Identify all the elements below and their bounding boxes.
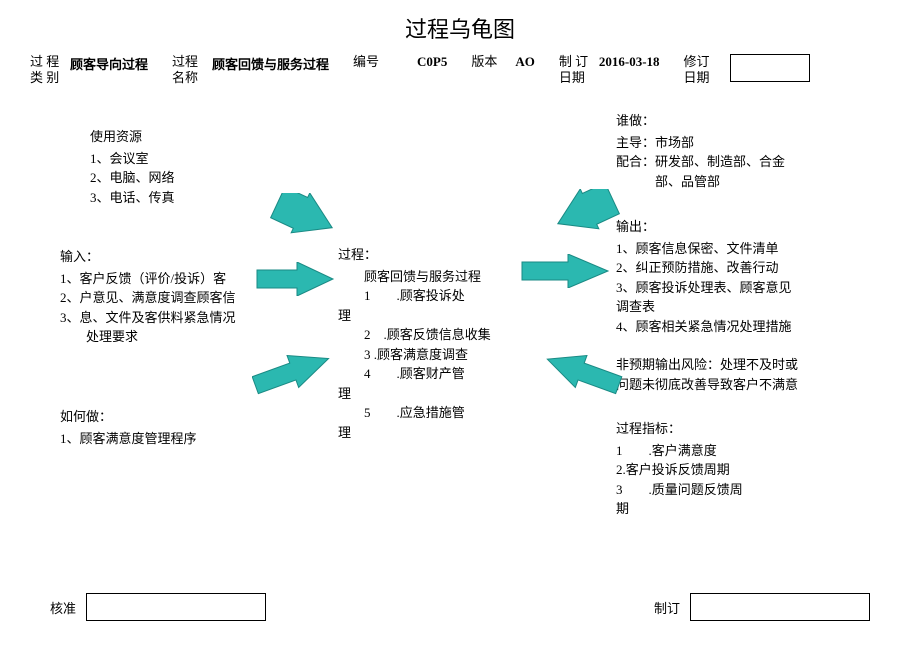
output-item: 2、纠正预防措施、改善行动 (616, 258, 792, 278)
how-heading: 如何做： (60, 407, 197, 427)
input-item: 2、户意见、满意度调查顾客信 (60, 288, 236, 308)
output-heading: 输出： (616, 217, 792, 237)
process-heading: 过程： (338, 245, 522, 265)
how-block: 如何做： 1、顾客满意度管理程序 (60, 407, 197, 448)
process-item: 理 (338, 306, 522, 326)
input-item: 1、客户反馈（评价/投诉）客 (60, 269, 236, 289)
who-block: 谁做： 主导：市场部 配合：研发部、制造部、合金 部、品管部 (616, 111, 785, 191)
output-item: 调查表 (616, 297, 792, 317)
num-value: C0P5 (417, 54, 447, 70)
who-item: 部、品管部 (616, 172, 785, 192)
process-item: 理 (338, 423, 522, 443)
risk-item: 非预期输出风险：处理不及时或 (616, 355, 798, 375)
ver-value: AO (515, 54, 535, 70)
resources-item: 2、电脑、网络 (90, 168, 175, 188)
input-block: 输入： 1、客户反馈（评价/投诉）客 2、户意见、满意度调查顾客信 3、息、文件… (60, 247, 236, 347)
cat-value: 顾客导向过程 (70, 54, 148, 73)
name-value: 顾客回馈与服务过程 (212, 54, 329, 73)
who-heading: 谁做： (616, 111, 785, 131)
indicator-item: 2.客户投诉反馈周期 (616, 460, 743, 480)
input-heading: 输入： (60, 247, 236, 267)
indicator-heading: 过程指标： (616, 419, 743, 439)
indicator-item: 1 .客户满意度 (616, 441, 743, 461)
process-name: 顾客回馈与服务过程 (338, 267, 522, 287)
output-item: 4、顾客相关紧急情况处理措施 (616, 317, 792, 337)
diagram-content: 使用资源 1、会议室 2、电脑、网络 3、电话、传真 输入： 1、客户反馈（评价… (0, 97, 920, 617)
process-item: 5 .应急措施管 (338, 403, 522, 423)
approve-label: 核准 (50, 598, 76, 617)
process-item: 3 .顾客满意度调查 (338, 345, 522, 365)
process-item: 2 .顾客反馈信息收集 (338, 325, 522, 345)
make-date-label: 制 订 日期 (559, 54, 593, 85)
signature-row: 核准 制订 (0, 593, 920, 621)
process-item: 4 .顾客财产管 (338, 364, 522, 384)
input-item: 处理要求 (60, 327, 236, 347)
arrow-icon (255, 262, 335, 296)
resources-item: 1、会议室 (90, 149, 175, 169)
risk-item: 问题未彻底改善导致客户不满意 (616, 375, 798, 395)
indicator-item: 期 (616, 499, 743, 519)
who-item: 主导：市场部 (616, 133, 785, 153)
who-item: 配合：研发部、制造部、合金 (616, 152, 785, 172)
arrow-icon (252, 355, 336, 405)
output-block: 输出： 1、顾客信息保密、文件清单 2、纠正预防措施、改善行动 3、顾客投诉处理… (616, 217, 792, 336)
resources-heading: 使用资源 (90, 127, 175, 147)
process-item: 理 (338, 384, 522, 404)
indicator-item: 3 .质量问题反馈周 (616, 480, 743, 500)
ver-label: 版本 (471, 54, 501, 70)
indicator-block: 过程指标： 1 .客户满意度 2.客户投诉反馈周期 3 .质量问题反馈周 期 (616, 419, 743, 519)
resources-item: 3、电话、传真 (90, 188, 175, 208)
make-box (690, 593, 870, 621)
cat-label: 过 程 类 别 (30, 54, 64, 85)
rev-date-label: 修订 日期 (684, 54, 718, 85)
output-item: 1、顾客信息保密、文件清单 (616, 239, 792, 259)
output-item: 3、顾客投诉处理表、顾客意见 (616, 278, 792, 298)
header-row: 过 程 类 别 顾客导向过程 过程 名称 顾客回馈与服务过程 编号 C0P5 版… (0, 54, 920, 97)
make-date-value: 2016-03-18 (599, 54, 660, 70)
num-label: 编号 (353, 54, 383, 70)
resources-block: 使用资源 1、会议室 2、电脑、网络 3、电话、传真 (90, 127, 175, 207)
approve-box (86, 593, 266, 621)
make-label: 制订 (654, 598, 680, 617)
how-item: 1、顾客满意度管理程序 (60, 429, 197, 449)
input-item: 3、息、文件及客供料紧急情况 (60, 308, 236, 328)
arrow-icon (520, 254, 610, 288)
arrow-icon (550, 189, 620, 239)
page-title: 过程乌龟图 (0, 0, 920, 54)
risk-block: 非预期输出风险：处理不及时或 问题未彻底改善导致客户不满意 (616, 355, 798, 394)
rev-date-box (730, 54, 810, 82)
arrow-icon (540, 355, 624, 405)
process-block: 过程： 顾客回馈与服务过程 1 .顾客投诉处 理 2 .顾客反馈信息收集 3 .… (330, 245, 530, 442)
name-label: 过程 名称 (172, 54, 206, 85)
arrow-icon (270, 193, 340, 243)
process-item: 1 .顾客投诉处 (338, 286, 522, 306)
